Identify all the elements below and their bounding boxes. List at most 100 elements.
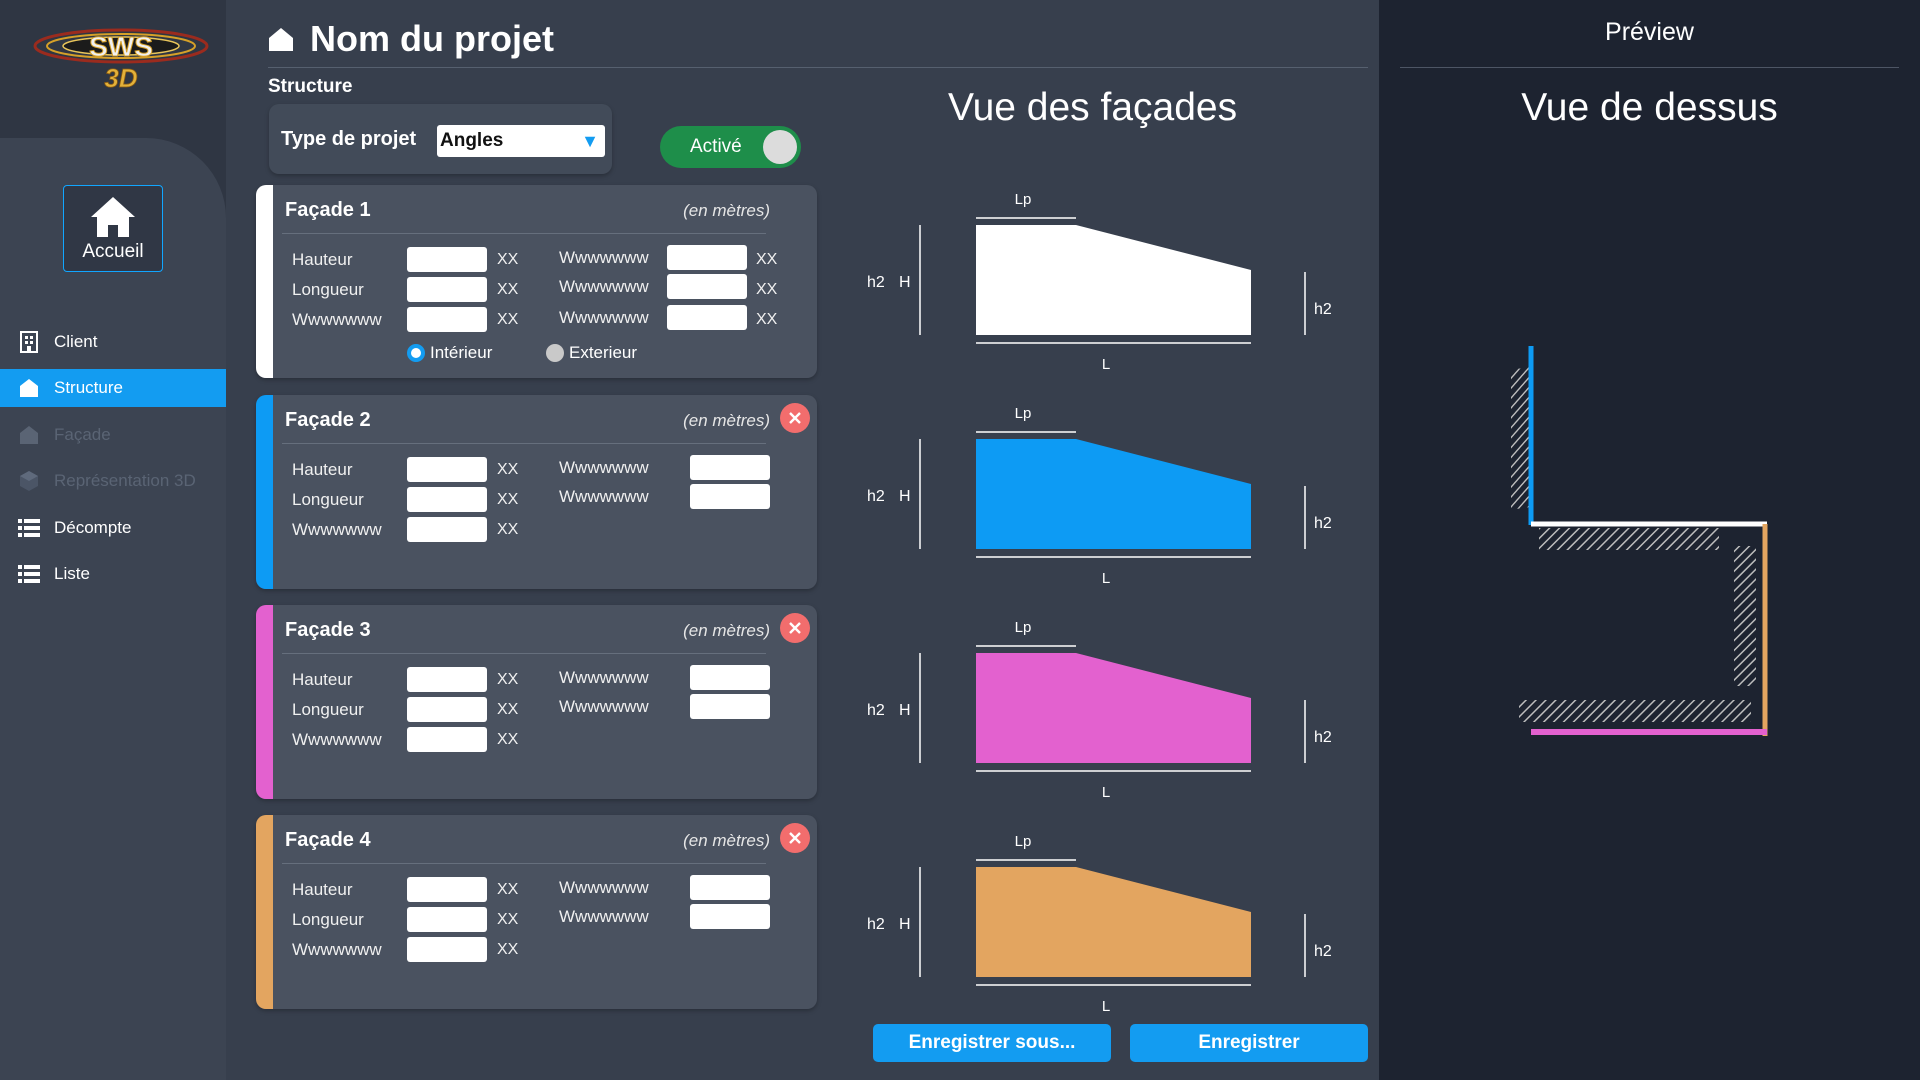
divider (282, 863, 766, 864)
building-icon (18, 331, 40, 353)
radio-label: Intérieur (430, 343, 493, 362)
facade-elevation-2: Lp L h2 H h2 (867, 405, 1332, 587)
hauteur-input[interactable] (407, 247, 487, 272)
project-type-label: Type de projet (281, 128, 417, 150)
radio-checked-icon (407, 344, 425, 362)
nav-item-liste[interactable]: Liste (0, 555, 226, 593)
facade-elevation-3: Lp L h2 H h2 (867, 619, 1332, 801)
field-label: Hauteur (292, 670, 353, 689)
remove-facade-button[interactable] (780, 613, 810, 643)
logo-sws-text: SWS (89, 31, 153, 62)
toggle-knob (763, 130, 797, 164)
sidebar: SWS 3D Accueil Client Structure Façade R… (0, 0, 226, 1080)
home-button[interactable]: Accueil (63, 185, 163, 272)
generic-input[interactable] (690, 875, 770, 900)
top-view-title: Vue de dessus (1521, 86, 1778, 129)
facade-title: Façade 3 (285, 619, 371, 641)
field-unit: XX (497, 491, 519, 508)
field-unit: XX (756, 281, 778, 298)
nav-item-structure[interactable]: Structure (0, 369, 226, 407)
nav-item-client[interactable]: Client (0, 323, 226, 361)
h-label: H (899, 488, 911, 505)
generic-input[interactable] (690, 904, 770, 929)
facade-card-1: Façade 1 (en mètres) Hauteur XX Longueur… (256, 185, 817, 378)
wall-hatch (1539, 528, 1719, 550)
sws-3d-logo: SWS 3D (33, 28, 209, 93)
unit-label: (en mètres) (683, 411, 770, 430)
dropdown-arrow-icon: ▼ (581, 131, 599, 151)
field-unit: XX (497, 281, 519, 298)
save-as-button[interactable]: Enregistrer sous... (873, 1024, 1111, 1062)
nav-label: Liste (54, 564, 90, 583)
generic-input[interactable] (407, 937, 487, 962)
house-icon (18, 424, 40, 446)
longueur-input[interactable] (407, 697, 487, 722)
project-type-select[interactable]: Angles ▼ (437, 125, 605, 157)
sidebar-panel (0, 138, 226, 1080)
field-label: Wwwwwww (292, 310, 382, 329)
longueur-input[interactable] (407, 277, 487, 302)
hauteur-input[interactable] (407, 877, 487, 902)
generic-input[interactable] (407, 307, 487, 332)
facade-title: Façade 4 (285, 829, 371, 851)
facade-elevation-4: Lp L h2 H h2 (867, 833, 1332, 1015)
generic-input[interactable] (667, 245, 747, 270)
h-label: H (899, 702, 911, 719)
longueur-input[interactable] (407, 907, 487, 932)
h2-label: h2 (1314, 943, 1332, 960)
section-label: Structure (268, 76, 353, 97)
remove-facade-button[interactable] (780, 823, 810, 853)
field-label: Wwwwwww (559, 487, 649, 506)
nav-item-decompte[interactable]: Décompte (0, 509, 226, 547)
generic-input[interactable] (667, 305, 747, 330)
close-icon (789, 622, 801, 634)
hauteur-input[interactable] (407, 457, 487, 482)
radio-exterieur[interactable]: Exterieur (546, 343, 637, 363)
active-toggle[interactable]: Activé (660, 126, 801, 168)
field-label: Wwwwwww (559, 697, 649, 716)
cube-icon (18, 470, 40, 492)
save-button[interactable]: Enregistrer (1130, 1024, 1368, 1062)
facade-elevations-diagram: Lp L h2 H h2 Lp L h2 H h2 Lp L h2 H h2 L… (867, 191, 1332, 1015)
field-label: Hauteur (292, 460, 353, 479)
facade-color-stripe (256, 815, 273, 1009)
generic-input[interactable] (407, 727, 487, 752)
divider (282, 653, 766, 654)
nav-label: Représentation 3D (54, 471, 196, 490)
generic-input[interactable] (667, 274, 747, 299)
preview-panel: Préview Vue de dessus (1379, 0, 1920, 1080)
nav-label: Structure (54, 378, 123, 397)
longueur-input[interactable] (407, 487, 487, 512)
remove-facade-button[interactable] (780, 403, 810, 433)
generic-input[interactable] (690, 484, 770, 509)
field-label: Wwwwwww (292, 520, 382, 539)
unit-label: (en mètres) (683, 621, 770, 640)
field-label: Longueur (292, 490, 364, 509)
field-label: Longueur (292, 280, 364, 299)
radio-label: Exterieur (569, 343, 638, 362)
generic-input[interactable] (690, 665, 770, 690)
radio-interieur[interactable]: Intérieur (407, 343, 492, 363)
unit-label: (en mètres) (683, 201, 770, 220)
project-type-value: Angles (440, 130, 504, 151)
h2-label: h2 (867, 702, 885, 719)
field-label: Longueur (292, 700, 364, 719)
facade-shape (976, 439, 1251, 549)
field-unit: XX (497, 911, 519, 928)
top-view-plan-diagram (1511, 346, 1768, 736)
facade-shape (976, 867, 1251, 977)
list-icon (18, 517, 40, 539)
nav-label: Façade (54, 425, 111, 444)
l-label: L (1102, 998, 1110, 1015)
h2-label: h2 (867, 488, 885, 505)
field-label: Wwwwwww (559, 277, 649, 296)
close-icon (789, 412, 801, 424)
field-unit: XX (497, 671, 519, 688)
generic-input[interactable] (407, 517, 487, 542)
hauteur-input[interactable] (407, 667, 487, 692)
wall-hatch (1519, 700, 1751, 722)
list-icon (18, 563, 40, 585)
generic-input[interactable] (690, 694, 770, 719)
project-type-panel: Type de projet Angles ▼ (269, 104, 612, 174)
generic-input[interactable] (690, 455, 770, 480)
